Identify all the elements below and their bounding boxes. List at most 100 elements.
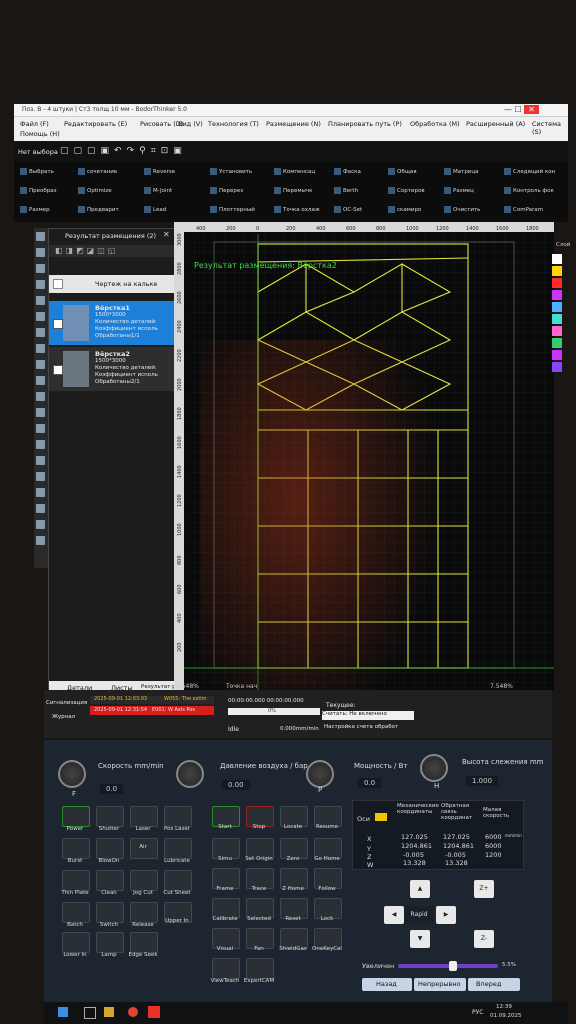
batch-button[interactable]	[62, 902, 90, 923]
shutter-button[interactable]	[96, 806, 124, 827]
lower-in-button[interactable]	[62, 932, 90, 953]
power-button[interactable]	[62, 806, 90, 827]
ribbon-set[interactable]: Установить	[210, 168, 252, 175]
layer-color-swatch[interactable]	[552, 278, 562, 288]
tab-log[interactable]: Журнал	[52, 714, 75, 720]
jog-right-button[interactable]: ▶	[436, 906, 456, 924]
layer-color-swatch[interactable]	[552, 314, 562, 324]
language-indicator[interactable]: РУС	[472, 1009, 483, 1016]
edge-seek-button[interactable]	[130, 932, 158, 953]
ribbon-bridge[interactable]: Перемычк	[274, 187, 312, 194]
rounded-rect-icon[interactable]	[36, 440, 45, 449]
jog-cut-button[interactable]	[130, 870, 158, 891]
menu-help[interactable]: Помощь (H)	[20, 130, 60, 138]
release-button[interactable]	[130, 902, 158, 923]
ribbon-mjoint[interactable]: M-Joint	[144, 187, 172, 194]
rapid-toggle[interactable]: Rapid	[404, 906, 434, 924]
ribbon-combine[interactable]: сочетание	[78, 168, 117, 175]
ribbon-reverse[interactable]: Reverse	[144, 168, 175, 175]
ribbon-focus-control[interactable]: Контроль фок	[504, 187, 554, 194]
layer-color-swatch[interactable]	[552, 326, 562, 336]
drawing-canvas[interactable]: 400 200 0 200 400 600 800 1000 1200 1400 1600 1800 …	[174, 222, 554, 690]
zoom-icon[interactable]	[36, 264, 45, 273]
ribbon-compensate[interactable]: Компенсац	[274, 168, 315, 175]
polygon-icon[interactable]	[36, 408, 45, 417]
text-icon[interactable]	[36, 472, 45, 481]
ribbon-scan[interactable]: скамиро	[388, 206, 421, 213]
z-minus-button[interactable]: Z-	[474, 930, 494, 948]
ribbon-sort[interactable]: Сортиров	[388, 187, 425, 194]
tab-alarms[interactable]: Сигнализация	[46, 700, 87, 706]
close-icon[interactable]: ✕	[524, 105, 539, 114]
menu-processing[interactable]: Обработка (M)	[410, 120, 460, 128]
layer-color-swatch[interactable]	[552, 302, 562, 312]
menu-draw[interactable]: Рисовать (D)	[140, 120, 183, 128]
ribbon-berth[interactable]: Berth	[334, 187, 358, 194]
point-icon[interactable]	[36, 296, 45, 305]
jog-up-button[interactable]: ▲	[410, 880, 430, 898]
axis-toggle-icon[interactable]	[375, 813, 387, 821]
ribbon-lead[interactable]: Lead	[144, 206, 166, 213]
burst-button[interactable]	[62, 838, 90, 859]
ribbon-chamfer[interactable]: Фаска	[334, 168, 361, 175]
image-icon[interactable]	[36, 488, 45, 497]
arc-icon[interactable]	[36, 344, 45, 353]
pan-icon[interactable]	[36, 280, 45, 289]
bodor-app-icon[interactable]	[148, 1006, 160, 1018]
menu-edit[interactable]: Редактировать (E)	[64, 120, 127, 128]
jog-left-button[interactable]: ◀	[384, 906, 404, 924]
ellipse-icon[interactable]	[36, 376, 45, 385]
ribbon-ocset[interactable]: OC-Set	[334, 206, 362, 213]
layer-color-swatch[interactable]	[552, 350, 562, 360]
ribbon-follow-contour[interactable]: Следящий кон	[504, 168, 555, 175]
menu-nesting[interactable]: Размещение (N)	[266, 120, 321, 128]
expert-cam-button[interactable]	[246, 958, 274, 979]
fill-icon[interactable]	[36, 536, 45, 545]
jog-down-button[interactable]: ▼	[410, 930, 430, 948]
thin-plate-button[interactable]	[62, 870, 90, 891]
star-icon[interactable]	[36, 424, 45, 433]
ribbon-transform[interactable]: Преобраз	[20, 187, 57, 194]
crosshair-icon[interactable]	[36, 520, 45, 529]
lubricate-button[interactable]	[164, 838, 192, 859]
continuous-button[interactable]: Непрерывно	[414, 978, 466, 991]
ribbon-common[interactable]: Общая	[388, 168, 417, 175]
menu-plan-path[interactable]: Планировать путь (P)	[328, 120, 402, 128]
ribbon-optimize[interactable]: Optimize	[78, 187, 112, 194]
file-tools-icon[interactable]: ▢▢▢▣↶↷⚲⌗⊡▣	[60, 146, 187, 156]
ribbon-matrix[interactable]: Матрица	[444, 168, 479, 175]
windows-start-icon[interactable]	[58, 1007, 68, 1017]
ribbon-select[interactable]: Выбрать	[20, 168, 54, 175]
switch-button[interactable]	[96, 902, 124, 923]
circle-icon[interactable]	[36, 360, 45, 369]
ribbon-preview[interactable]: Предварит	[78, 206, 119, 213]
menu-technology[interactable]: Технология (T)	[208, 120, 259, 128]
ribbon-comparam[interactable]: ComParam	[504, 206, 543, 213]
item-checkbox[interactable]	[53, 319, 63, 329]
line-icon[interactable]	[36, 312, 45, 321]
folder-icon[interactable]	[104, 1007, 114, 1017]
forward-button[interactable]: Вперед	[468, 978, 520, 991]
window-controls[interactable]: — ☐ ✕	[504, 105, 564, 115]
ribbon-size[interactable]: Размер	[20, 206, 50, 213]
zoom-slider-thumb[interactable]	[448, 961, 457, 971]
z-plus-button[interactable]: Z+	[474, 880, 494, 898]
clean-button[interactable]	[96, 870, 124, 891]
chrome-icon[interactable]	[128, 1007, 138, 1017]
ribbon-plotter[interactable]: Плоттерный	[210, 206, 255, 213]
list-item[interactable]: Вёрстка2 1500*3000 Количество деталей: К…	[49, 347, 175, 391]
ribbon-cool-point[interactable]: Точка охлаж	[274, 206, 320, 213]
layer-color-swatch[interactable]	[552, 362, 562, 372]
back-button[interactable]: Назад	[362, 978, 412, 991]
lamp-button[interactable]	[96, 932, 124, 953]
alarm-row[interactable]: 2025-09-01 12:03:03 W055: The estim	[90, 696, 214, 704]
view-teach-button[interactable]	[212, 958, 240, 979]
zoom-slider-track[interactable]	[398, 961, 498, 971]
list-item[interactable]: Вёрстка1 1500*3000 Количество деталей: К…	[49, 301, 175, 345]
ribbon-clear[interactable]: Очистить	[444, 206, 480, 213]
item-checkbox[interactable]	[53, 365, 63, 375]
node-edit-icon[interactable]	[36, 248, 45, 257]
alarm-row-selected[interactable]: 2025-09-01 12:31:54 E001: W Axis Pos	[90, 706, 214, 715]
laser-button[interactable]	[130, 806, 158, 827]
menu-advanced[interactable]: Расширенный (A)	[466, 120, 525, 128]
